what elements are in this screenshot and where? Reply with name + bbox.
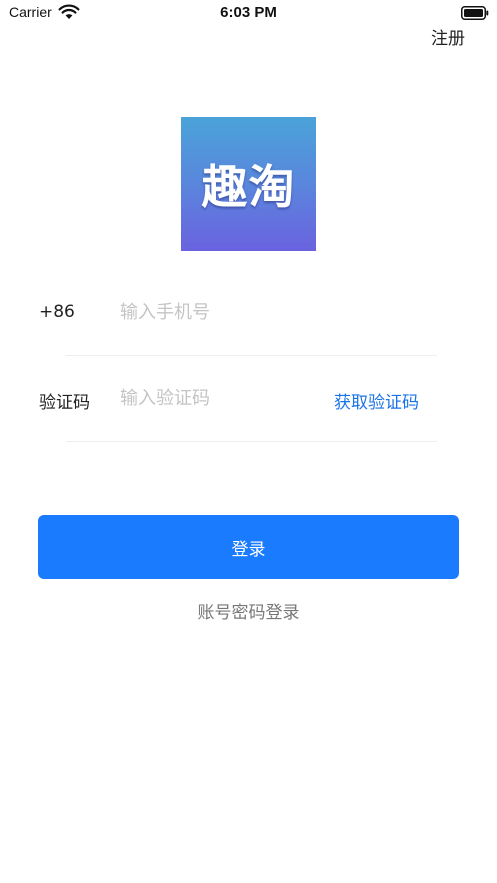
logo-text: 趣淘 [201,160,296,214]
login-button[interactable]: 登录 [38,515,459,579]
password-login-link[interactable]: 账号密码登录 [0,598,497,623]
status-bar: Carrier 6:03 PM [0,0,497,26]
clock: 6:03 PM [220,4,277,21]
code-row: 验证码 获取验证码 [0,356,497,442]
app-logo: 趣淘 [181,117,316,251]
code-input[interactable] [120,382,330,414]
battery-icon [461,6,489,20]
country-code-label: +86 [39,302,75,322]
get-code-button[interactable]: 获取验证码 [334,388,419,413]
register-link[interactable]: 注册 [431,24,465,49]
phone-row: +86 [0,270,497,356]
code-row-divider [66,441,437,442]
phone-input[interactable] [120,296,330,328]
code-label: 验证码 [39,393,90,413]
